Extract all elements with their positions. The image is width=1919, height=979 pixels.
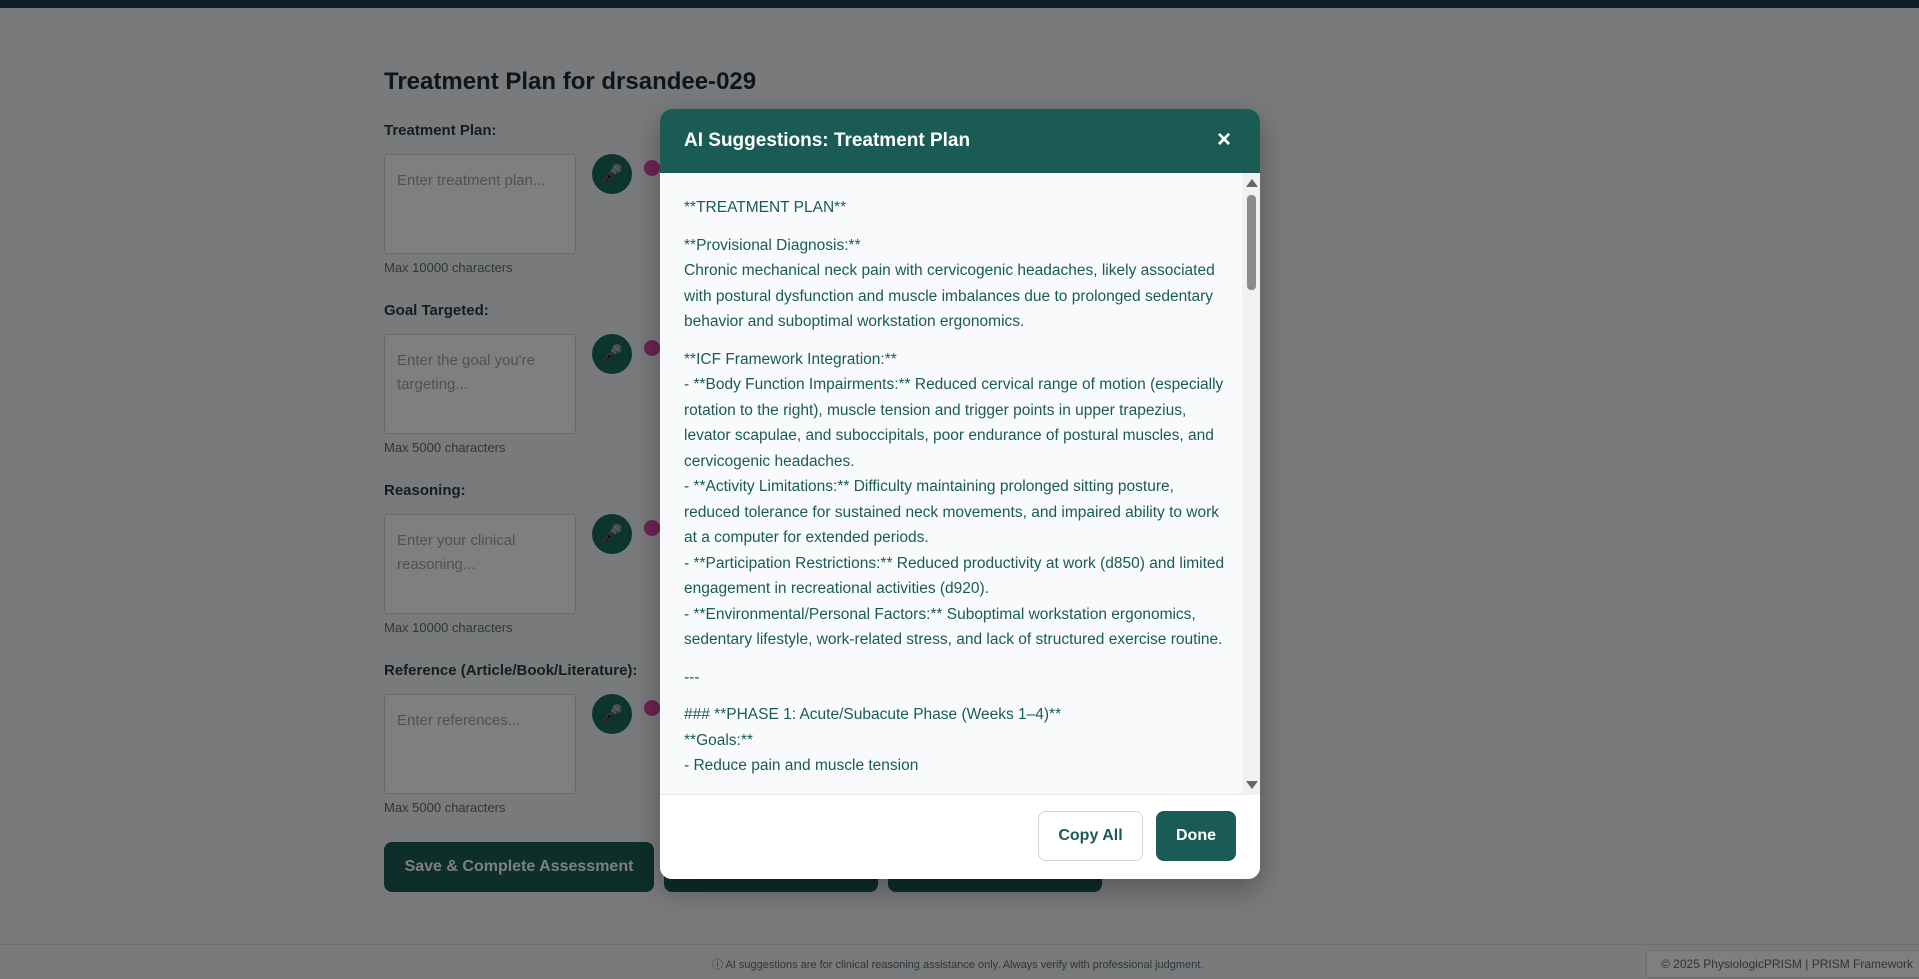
modal-body[interactable]: **TREATMENT PLAN** **Provisional Diagnos…	[660, 173, 1260, 795]
scroll-down-arrow-icon[interactable]	[1246, 781, 1258, 789]
phase1-heading: ### **PHASE 1: Acute/Subacute Phase (Wee…	[684, 706, 1062, 723]
goal-item: - Reduce pain and muscle tension	[684, 757, 919, 774]
icf-label: **ICF Framework Integration:**	[684, 350, 897, 368]
icf-item: - **Activity Limitations:** Difficulty m…	[684, 478, 1220, 546]
modal-footer: Copy All Done	[660, 795, 1260, 879]
scrollbar[interactable]	[1242, 173, 1260, 795]
modal-title: AI Suggestions: Treatment Plan	[684, 130, 971, 151]
scroll-thumb[interactable]	[1247, 195, 1256, 290]
divider-text: ---	[684, 668, 700, 686]
done-button[interactable]: Done	[1156, 811, 1236, 861]
suggestion-content: **TREATMENT PLAN** **Provisional Diagnos…	[684, 195, 1229, 795]
icf-item: - **Body Function Impairments:** Reduced…	[684, 376, 1224, 470]
icf-section: **ICF Framework Integration:** - **Body …	[684, 347, 1229, 653]
modal-header: AI Suggestions: Treatment Plan ×	[660, 109, 1260, 173]
phase1-section: ### **PHASE 1: Acute/Subacute Phase (Wee…	[684, 702, 1229, 779]
diagnosis-section: **Provisional Diagnosis:** Chronic mecha…	[684, 233, 1229, 335]
icf-item: - **Environmental/Personal Factors:** Su…	[684, 605, 1223, 649]
ai-suggestions-modal: AI Suggestions: Treatment Plan × **TREAT…	[660, 109, 1260, 879]
goals-label: **Goals:**	[684, 731, 753, 749]
close-icon[interactable]: ×	[1210, 126, 1238, 154]
diagnosis-text: Chronic mechanical neck pain with cervic…	[684, 262, 1215, 330]
copy-all-button[interactable]: Copy All	[1038, 811, 1143, 861]
icf-item: - **Participation Restrictions:** Reduce…	[684, 554, 1225, 598]
content-heading: **TREATMENT PLAN**	[684, 199, 847, 216]
scroll-up-arrow-icon[interactable]	[1246, 179, 1258, 187]
diagnosis-label: **Provisional Diagnosis:**	[684, 236, 861, 254]
